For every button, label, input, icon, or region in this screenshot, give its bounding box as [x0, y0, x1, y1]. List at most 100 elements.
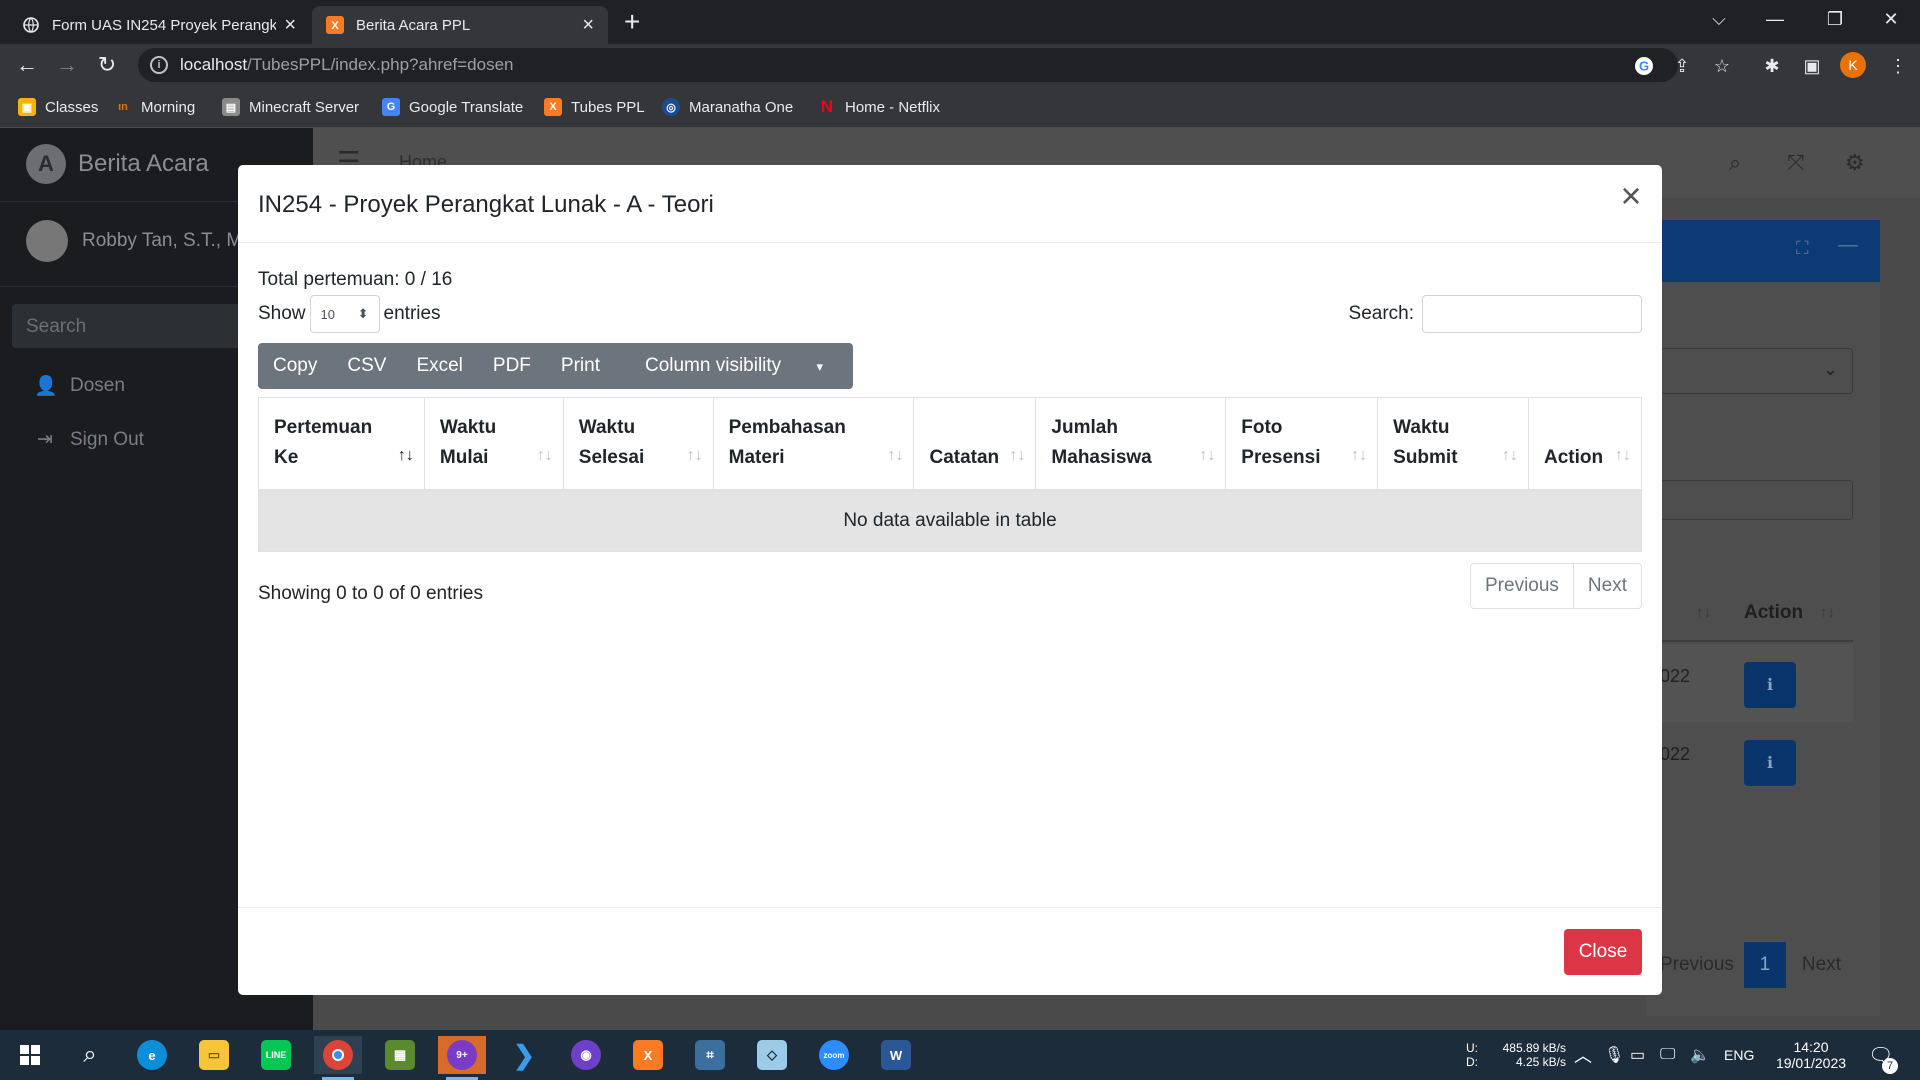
microphone-icon[interactable]: 🎙: [1604, 1030, 1624, 1080]
bookmark-tubes-ppl[interactable]: X Tubes PPL: [544, 96, 645, 118]
close-tab-icon[interactable]: ×: [582, 14, 594, 37]
new-tab-icon[interactable]: +: [624, 6, 640, 38]
xampp-icon[interactable]: X: [624, 1036, 672, 1074]
vscode-icon[interactable]: ❯: [500, 1036, 548, 1074]
side-panel-icon[interactable]: ▣: [1800, 54, 1824, 78]
site-info-icon[interactable]: i: [150, 56, 168, 74]
taskbar-search-icon[interactable]: ⌕: [66, 1036, 114, 1074]
copy-button[interactable]: Copy: [258, 343, 332, 389]
google-lens-icon[interactable]: G: [1632, 54, 1656, 78]
column-header-catatan[interactable]: Catatan ↑↓: [913, 397, 1037, 491]
maximize-icon[interactable]: ⛶: [1796, 238, 1809, 259]
table-search-input[interactable]: [1660, 480, 1853, 520]
sort-icon: ↑↓: [1199, 446, 1216, 464]
sidebar-item-sign-out[interactable]: ⇥ Sign Out: [34, 428, 144, 451]
column-header-pembahasan-materi[interactable]: Pembahasan Materi ↑↓: [712, 397, 915, 491]
column-header-waktu-submit[interactable]: Waktu Submit ↑↓: [1377, 397, 1530, 491]
info-button[interactable]: ℹ: [1744, 662, 1796, 708]
window-close-icon[interactable]: ✕: [1868, 0, 1914, 38]
search-icon[interactable]: ⌕: [1729, 150, 1741, 176]
minecraft-icon[interactable]: ▦: [376, 1036, 424, 1074]
line-icon[interactable]: LINE: [252, 1036, 300, 1074]
page-1-button[interactable]: 1: [1743, 942, 1786, 988]
bookmark-netflix[interactable]: N Home - Netflix: [818, 96, 940, 118]
chrome-icon[interactable]: [314, 1036, 362, 1080]
url-text: localhost/TubesPPL/index.php?ahref=dosen: [180, 55, 514, 74]
bookmark-morning[interactable]: ın Morning: [114, 96, 195, 118]
close-icon[interactable]: ×: [1614, 178, 1648, 214]
notification-count: 7: [1882, 1058, 1898, 1074]
address-bar[interactable]: i localhost/TubesPPL/index.php?ahref=dos…: [138, 48, 1678, 82]
restore-icon[interactable]: ❐: [1812, 0, 1858, 38]
excel-button[interactable]: Excel: [401, 343, 477, 389]
column-visibility-button[interactable]: Column visibility ▾: [615, 343, 853, 390]
column-header-pertemuan-ke[interactable]: Pertemuan Ke ↑↓: [258, 397, 425, 491]
next-page-button[interactable]: Next: [1786, 942, 1841, 988]
browser-tab-bar: Form UAS IN254 Proyek Perangk × X Berita…: [0, 0, 1920, 44]
previous-page-button[interactable]: Previous: [1471, 564, 1573, 608]
meeting-modal: IN254 - Proyek Perangkat Lunak - A - Teo…: [238, 165, 1662, 995]
user-panel[interactable]: Robby Tan, S.T., M.K: [26, 220, 260, 262]
column-header-action[interactable]: Action: [1744, 602, 1803, 624]
minimize-icon[interactable]: —: [1752, 0, 1798, 38]
previous-page-button[interactable]: Previous: [1660, 942, 1744, 988]
battery-icon[interactable]: ▭: [1630, 1030, 1645, 1080]
browser-tab-berita-acara[interactable]: X Berita Acara PPL ×: [312, 6, 608, 44]
network-icon[interactable]: 🖵: [1660, 1030, 1675, 1080]
google-translate-icon: G: [382, 98, 400, 116]
column-header-action[interactable]: Action ↑↓: [1528, 397, 1642, 491]
table-header-row: Pertemuan Ke ↑↓ Waktu Mulai ↑↓ Waktu Selesai ↑…: [258, 397, 1642, 491]
share-icon[interactable]: ⇪: [1670, 54, 1694, 78]
entries-label: entries: [383, 303, 441, 324]
language-indicator[interactable]: ENG: [1724, 1030, 1754, 1080]
forward-icon[interactable]: →: [52, 50, 82, 80]
volume-icon[interactable]: 🔈: [1690, 1030, 1710, 1080]
tab-title: Berita Acara PPL: [356, 16, 471, 34]
search-input[interactable]: [1422, 295, 1642, 333]
bookmark-classes[interactable]: ▣ Classes: [18, 96, 98, 118]
sort-icon[interactable]: ↑↓: [1820, 604, 1835, 621]
tab-search-chevron-icon[interactable]: ⌵: [1696, 0, 1742, 38]
word-icon[interactable]: W: [872, 1036, 920, 1074]
bookmark-star-icon[interactable]: ☆: [1710, 54, 1734, 78]
back-icon[interactable]: ←: [12, 50, 42, 80]
entries-select[interactable]: 10 ⬍: [309, 295, 380, 333]
print-button[interactable]: Print: [546, 343, 615, 389]
brand[interactable]: A Berita Acara: [26, 144, 209, 184]
close-tab-icon[interactable]: ×: [284, 14, 296, 37]
profile-avatar[interactable]: K: [1840, 52, 1866, 78]
browser-tab-form-uas[interactable]: Form UAS IN254 Proyek Perangk ×: [8, 6, 310, 44]
column-header-foto-presensi[interactable]: Foto Presensi ↑↓: [1225, 397, 1379, 491]
bookmark-maranatha[interactable]: ◎ Maranatha One: [662, 96, 793, 118]
bookmark-minecraft[interactable]: ▤ Minecraft Server: [222, 96, 359, 118]
file-explorer-icon[interactable]: ▭: [190, 1036, 238, 1074]
edge-icon[interactable]: e: [128, 1036, 176, 1074]
csv-button[interactable]: CSV: [332, 343, 401, 389]
pdf-button[interactable]: PDF: [478, 343, 546, 389]
extensions-icon[interactable]: ✱: [1760, 54, 1784, 78]
column-header-jumlah-mahasiswa[interactable]: Jumlah Mahasiswa ↑↓: [1035, 397, 1227, 491]
info-button[interactable]: ℹ: [1744, 740, 1796, 786]
menu-dots-icon[interactable]: ⋮: [1886, 54, 1910, 78]
zoom-icon[interactable]: zoom: [810, 1036, 858, 1074]
game-app-icon[interactable]: 9+: [438, 1036, 486, 1080]
close-button[interactable]: Close: [1564, 929, 1642, 975]
clock[interactable]: 14:20 19/01/2023: [1770, 1030, 1852, 1080]
next-page-button[interactable]: Next: [1572, 564, 1641, 608]
notes-app-icon[interactable]: ◇: [748, 1036, 796, 1074]
tray-expand-icon[interactable]: ︿: [1574, 1030, 1592, 1080]
settings-icon[interactable]: ⚙: [1845, 150, 1865, 176]
start-button[interactable]: [6, 1036, 54, 1074]
collapse-icon[interactable]: —: [1838, 234, 1858, 257]
sort-icon[interactable]: ↑↓: [1696, 604, 1711, 621]
github-desktop-icon[interactable]: ◉: [562, 1036, 610, 1074]
sidebar-item-dosen[interactable]: 👤 Dosen: [34, 374, 125, 398]
column-header-waktu-mulai[interactable]: Waktu Mulai ↑↓: [423, 397, 564, 491]
reload-icon[interactable]: ↻: [92, 50, 122, 80]
bookmark-google-translate[interactable]: G Google Translate: [382, 96, 523, 118]
mysql-workbench-icon[interactable]: ⌗: [686, 1036, 734, 1074]
sidebar-item-label: Dosen: [70, 375, 125, 396]
column-header-waktu-selesai[interactable]: Waktu Selesai ↑↓: [562, 397, 714, 491]
fullscreen-icon[interactable]: ⤧: [1787, 150, 1805, 176]
course-select[interactable]: ⌄: [1660, 348, 1853, 394]
